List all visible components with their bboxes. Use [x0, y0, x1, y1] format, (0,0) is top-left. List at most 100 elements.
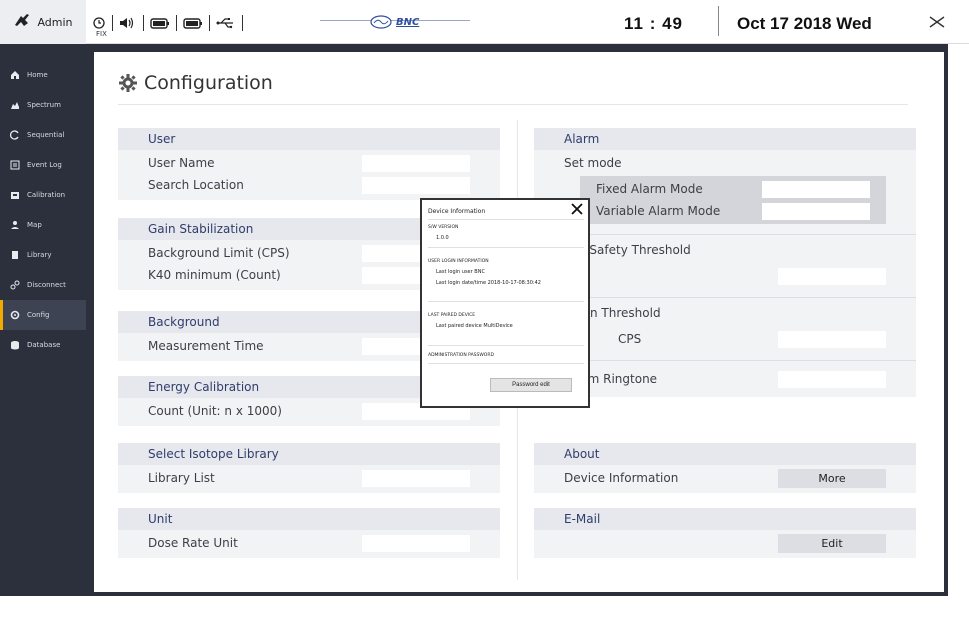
field-label: Search Location: [148, 178, 244, 192]
sidebar-item-library[interactable]: Library: [0, 240, 86, 270]
edit-button[interactable]: Edit: [778, 533, 886, 553]
user-name-row: User Name: [118, 152, 500, 174]
alarm-mode-box: Fixed Alarm Mode Variable Alarm Mode: [580, 176, 886, 224]
field-label: Library List: [148, 471, 215, 485]
field-label: Count (Unit: n x 1000): [148, 404, 282, 418]
email-edit-row: Edit: [534, 532, 916, 554]
dose-rate-unit-select[interactable]: [362, 534, 470, 552]
clock: 11 : 49: [624, 14, 683, 33]
sidebar-item-map[interactable]: Map: [0, 210, 86, 240]
sidebar-item-sequential[interactable]: Sequential: [0, 120, 86, 150]
sidebar: Home Spectrum Sequential Event Log Calib…: [0, 44, 86, 596]
sidebar-item-spectrum[interactable]: Spectrum: [0, 90, 86, 120]
health-threshold-row: h Safety Threshold: [534, 235, 916, 265]
dialog-title: Device Information: [428, 208, 486, 215]
field-label: Dose Rate Unit: [148, 536, 238, 550]
sidebar-item-calibration[interactable]: Calibration: [0, 180, 86, 210]
section-user: User User Name Search Location: [118, 128, 500, 200]
fixed-alarm-row: Fixed Alarm Mode: [580, 178, 886, 200]
section-title: User: [118, 128, 500, 150]
home-icon: [10, 70, 20, 80]
sidebar-item-home[interactable]: Home: [0, 60, 86, 90]
sidebar-item-label: Library: [27, 251, 52, 259]
last-login-datetime: Last login date/time 2018-10-17-08:30:42: [436, 280, 541, 286]
map-icon: [10, 220, 20, 230]
bnc-logo-icon: [370, 15, 392, 29]
last-paired-device: Last paired device MultiDevice: [436, 323, 513, 329]
last-paired-label: LAST PAIRED DEVICE: [428, 313, 476, 318]
divider: [209, 15, 210, 31]
speaker-icon[interactable]: [119, 13, 137, 33]
sidebar-item-label: Disconnect: [27, 281, 66, 289]
divider: [718, 6, 719, 36]
sequential-icon: [10, 130, 20, 140]
sidebar-item-label: Event Log: [27, 161, 62, 169]
library-icon: [10, 250, 20, 260]
field-label: Fixed Alarm Mode: [596, 182, 703, 196]
sidebar-item-label: Map: [27, 221, 42, 229]
field-label: User Name: [148, 156, 215, 170]
usb-icon: [216, 13, 236, 33]
dose-rate-row: Dose Rate Unit: [118, 532, 500, 554]
battery-r-icon: [183, 13, 203, 33]
search-location-row: Search Location: [118, 174, 500, 196]
close-icon[interactable]: [570, 201, 584, 220]
user-name-input[interactable]: [362, 154, 470, 172]
device-information-row: Device Information More: [534, 467, 916, 489]
health-threshold-input[interactable]: [778, 267, 886, 285]
library-list-row: Library List: [118, 467, 500, 489]
section-title: About: [534, 443, 916, 465]
section-title: Unit: [118, 508, 500, 530]
sw-version-label: S/W VERSION: [428, 225, 459, 230]
section-about: About Device Information More: [534, 443, 916, 493]
more-button[interactable]: More: [778, 468, 886, 488]
variable-alarm-input[interactable]: [762, 202, 870, 220]
sw-version-value: 1.0.0: [436, 235, 449, 241]
admin-password-label: ADMINISTRATION PASSWORD: [428, 353, 494, 358]
event-log-icon: [10, 160, 20, 170]
divider: [428, 345, 584, 346]
battery-l-icon: [150, 13, 170, 33]
sidebar-item-label: Calibration: [27, 191, 66, 199]
field-label: Background Limit (CPS): [148, 246, 290, 260]
divider: [143, 15, 144, 31]
top-bar: Admin FIX BNC 11 : 49 Oct 17 2018 Wed: [0, 0, 969, 44]
page-title: Configuration: [118, 72, 273, 94]
field-label: Set mode: [564, 156, 622, 170]
admin-label: Admin: [37, 15, 73, 29]
page-title-text: Configuration: [144, 72, 273, 94]
sidebar-item-label: Home: [27, 71, 48, 79]
sidebar-item-config[interactable]: Config: [0, 300, 86, 330]
search-location-input[interactable]: [362, 176, 470, 194]
field-label: Device Information: [564, 471, 679, 485]
collapse-icon[interactable]: [928, 10, 946, 34]
neutron-threshold-row: ron Threshold: [534, 298, 916, 328]
user-login-label: USER LOGIN INFORMATION: [428, 259, 489, 264]
section-email: E-Mail Edit: [534, 508, 916, 558]
fixed-alarm-input[interactable]: [762, 180, 870, 198]
field-label: K40 minimum (Count): [148, 268, 281, 282]
library-list-select[interactable]: [362, 469, 470, 487]
sidebar-item-label: Sequential: [27, 131, 65, 139]
set-mode-row: Set mode: [534, 152, 916, 174]
calibration-icon: [10, 190, 20, 200]
divider: [428, 247, 584, 248]
admin-icon: [13, 12, 31, 32]
alarm-ringtone-select[interactable]: [778, 370, 886, 388]
config-icon: [10, 310, 20, 320]
title-rule: [118, 104, 908, 105]
admin-badge[interactable]: Admin: [0, 0, 86, 44]
spectrum-icon: [10, 100, 20, 110]
neutron-cps-input[interactable]: [778, 330, 886, 348]
divider: [242, 15, 243, 31]
section-unit: Unit Dose Rate Unit: [118, 508, 500, 558]
health-threshold-value-row: [534, 265, 916, 287]
sidebar-item-label: Config: [27, 311, 50, 319]
section-isotope-library: Select Isotope Library Library List: [118, 443, 500, 493]
sidebar-item-disconnect[interactable]: Disconnect: [0, 270, 86, 300]
logo-text: BNC: [396, 16, 420, 28]
cps-row: CPS: [534, 328, 916, 350]
password-edit-button[interactable]: Password edit: [490, 378, 572, 392]
sidebar-item-event-log[interactable]: Event Log: [0, 150, 86, 180]
sidebar-item-database[interactable]: Database: [0, 330, 86, 360]
